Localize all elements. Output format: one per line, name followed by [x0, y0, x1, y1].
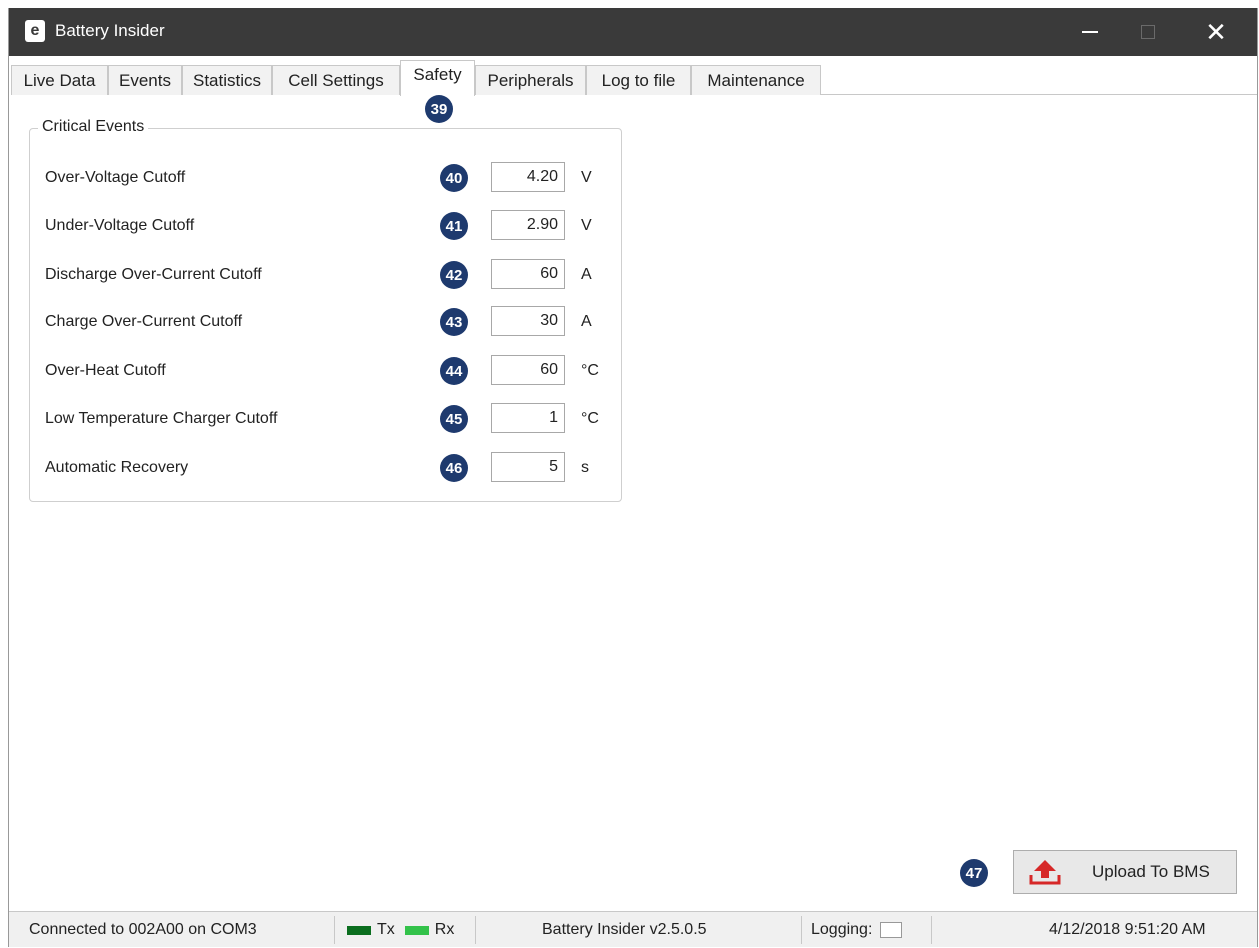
- status-bar: Connected to 002A00 on COM3 Tx Rx Batter…: [9, 911, 1257, 947]
- version-label: Battery Insider v2.5.0.5: [542, 921, 707, 938]
- automatic-recovery-input[interactable]: [491, 452, 565, 482]
- tx-rx-indicators: Tx Rx: [347, 912, 454, 948]
- charge-overcurrent-input[interactable]: [491, 306, 565, 336]
- connection-status: Connected to 002A00 on COM3: [29, 921, 257, 938]
- status-divider: [931, 916, 932, 944]
- over-voltage-input[interactable]: [491, 162, 565, 192]
- minimize-button[interactable]: [1067, 8, 1113, 56]
- status-divider: [801, 916, 802, 944]
- charge-overcurrent-label: Charge Over-Current Cutoff: [45, 313, 243, 330]
- group-title: Critical Events: [38, 118, 149, 136]
- over-voltage-unit: V: [581, 169, 592, 186]
- window-title: Battery Insider: [55, 21, 165, 40]
- automatic-recovery-label: Automatic Recovery: [45, 459, 189, 476]
- minimize-icon: [1082, 31, 1098, 33]
- low-temp-charger-unit: °C: [581, 410, 599, 427]
- tab-peripherals[interactable]: Peripherals: [475, 65, 586, 95]
- low-temp-charger-label: Low Temperature Charger Cutoff: [45, 410, 278, 427]
- discharge-overcurrent-input[interactable]: [491, 259, 565, 289]
- callout-badge: 47: [960, 859, 988, 887]
- maximize-button[interactable]: [1125, 8, 1171, 56]
- under-voltage-unit: V: [581, 217, 592, 234]
- logging-indicator: Logging:: [811, 912, 903, 948]
- tab-log-to-file[interactable]: Log to file: [586, 65, 691, 95]
- under-voltage-label: Under-Voltage Cutoff: [45, 217, 195, 234]
- callout-badge: 46: [440, 454, 468, 482]
- over-voltage-label: Over-Voltage Cutoff: [45, 169, 186, 186]
- callout-badge: 40: [440, 164, 468, 192]
- upload-to-bms-button[interactable]: Upload To BMS: [1013, 850, 1237, 894]
- logging-label: Logging:: [811, 921, 873, 938]
- status-datetime: 4/12/2018 9:51:20 AM: [1049, 921, 1206, 938]
- discharge-overcurrent-label: Discharge Over-Current Cutoff: [45, 266, 262, 283]
- tab-maintenance[interactable]: Maintenance: [691, 65, 821, 95]
- close-icon: ✕: [1205, 17, 1227, 47]
- title-bar: e Battery Insider ✕: [9, 8, 1257, 56]
- tab-cell-settings[interactable]: Cell Settings: [272, 65, 400, 95]
- tab-live-data[interactable]: Live Data: [11, 65, 108, 95]
- over-heat-input[interactable]: [491, 355, 565, 385]
- logging-status-box: [880, 922, 903, 938]
- callout-badge: 39: [425, 95, 453, 123]
- discharge-overcurrent-unit: A: [581, 266, 592, 283]
- status-divider: [334, 916, 335, 944]
- callout-badge: 45: [440, 405, 468, 433]
- rx-label: Rx: [434, 921, 455, 938]
- automatic-recovery-unit: s: [581, 459, 589, 476]
- tx-label: Tx: [377, 921, 395, 938]
- tab-statistics[interactable]: Statistics: [182, 65, 272, 95]
- callout-badge: 41: [440, 212, 468, 240]
- charge-overcurrent-unit: A: [581, 313, 592, 330]
- under-voltage-input[interactable]: [491, 210, 565, 240]
- close-button[interactable]: ✕: [1193, 8, 1239, 56]
- status-divider: [475, 916, 476, 944]
- callout-badge: 43: [440, 308, 468, 336]
- callout-badge: 42: [440, 261, 468, 289]
- rx-led-icon: [404, 925, 429, 935]
- app-logo-icon: e: [25, 20, 45, 42]
- tab-events[interactable]: Events: [108, 65, 182, 95]
- callout-badge: 44: [440, 357, 468, 385]
- maximize-icon: [1141, 25, 1155, 39]
- low-temp-charger-input[interactable]: [491, 403, 565, 433]
- upload-button-label: Upload To BMS: [1092, 862, 1210, 881]
- over-heat-unit: °C: [581, 362, 599, 379]
- tab-safety[interactable]: Safety: [400, 60, 475, 96]
- tx-led-icon: [347, 925, 371, 935]
- upload-icon: [1029, 860, 1061, 885]
- tab-strip: Live Data Events Statistics Cell Setting…: [11, 60, 1257, 96]
- critical-events-group: Critical Events Over-Voltage Cutoff 40 V…: [29, 118, 622, 502]
- app-window: e Battery Insider ✕ Live Data Events Sta…: [8, 8, 1258, 947]
- over-heat-label: Over-Heat Cutoff: [45, 362, 166, 379]
